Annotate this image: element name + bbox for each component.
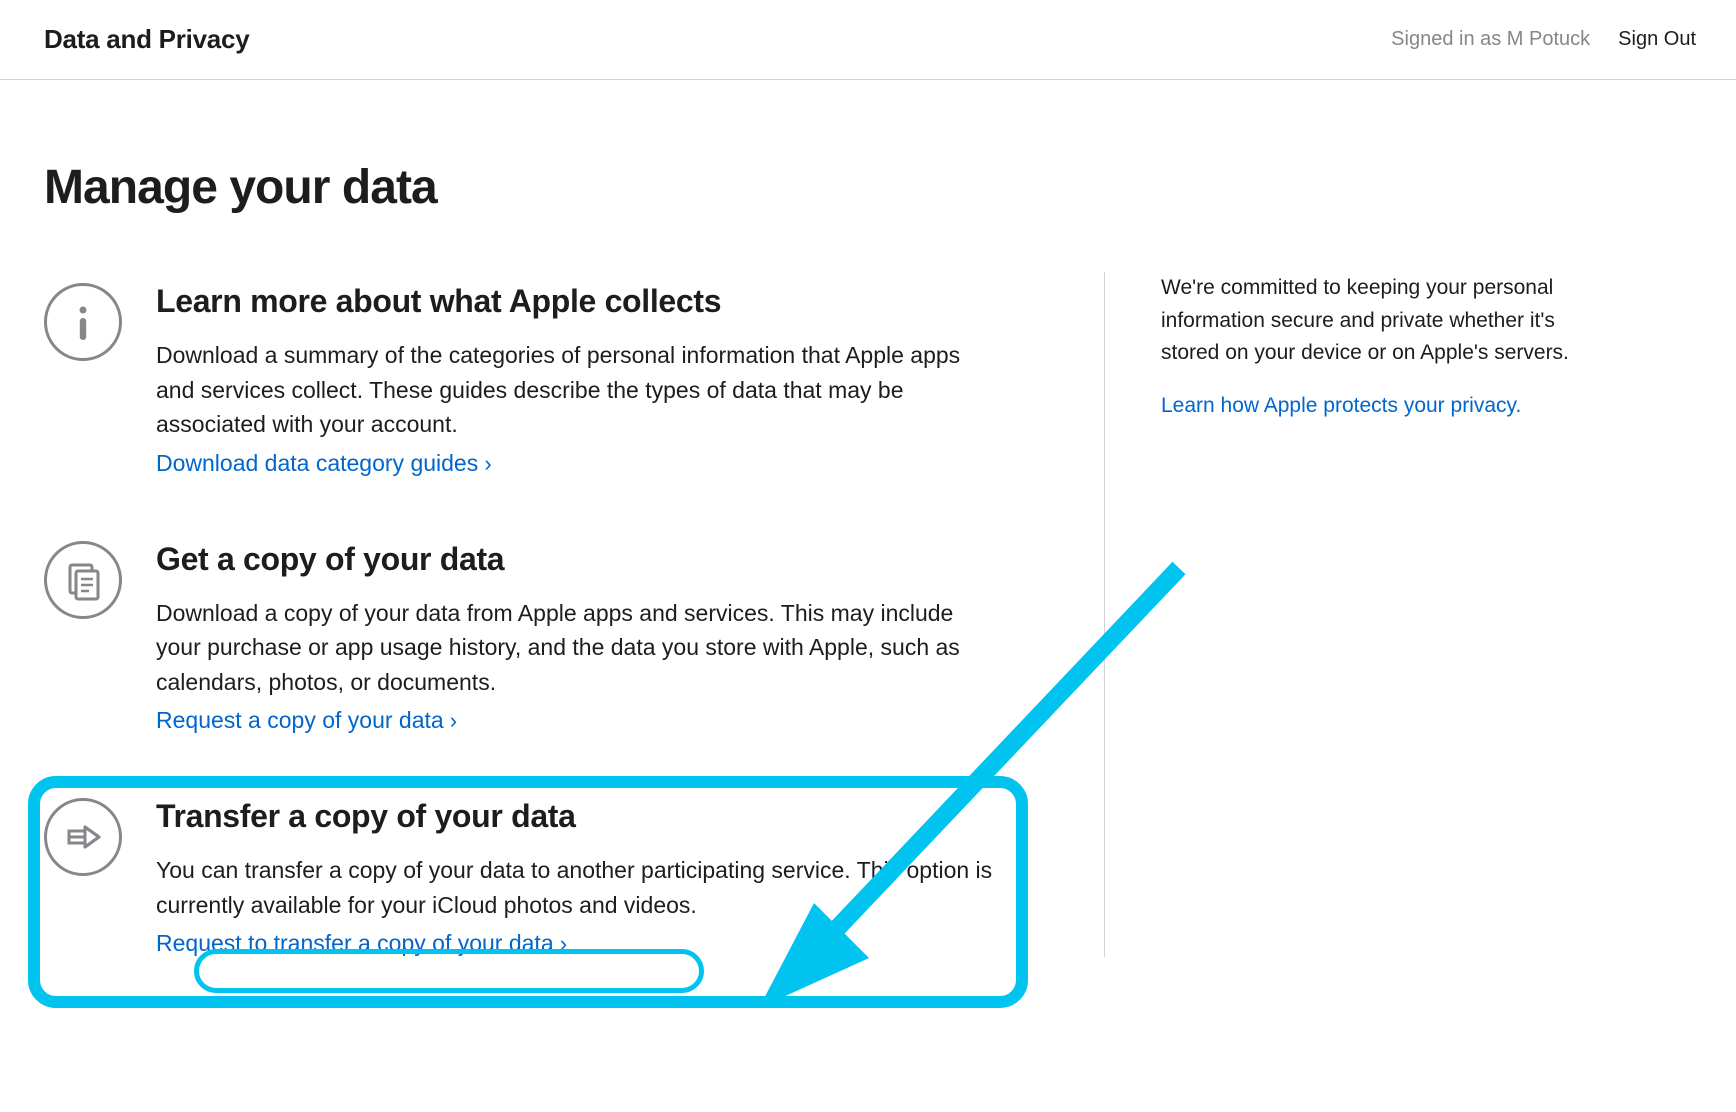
- page-heading: Manage your data: [44, 160, 1104, 215]
- signed-in-label: Signed in as M Potuck: [1391, 28, 1590, 51]
- section-body: Learn more about what Apple collects Dow…: [156, 283, 996, 477]
- topbar: Data and Privacy Signed in as M Potuck S…: [0, 0, 1736, 80]
- sidebar-text: We're committed to keeping your personal…: [1161, 272, 1584, 370]
- download-guides-link[interactable]: Download data category guides: [156, 450, 492, 477]
- topbar-title: Data and Privacy: [44, 24, 249, 55]
- content: Manage your data Learn more about what A…: [0, 80, 1736, 997]
- privacy-learn-link[interactable]: Learn how Apple protects your privacy.: [1161, 394, 1521, 417]
- section-body: Transfer a copy of your data You can tra…: [156, 798, 996, 957]
- section-title: Get a copy of your data: [156, 541, 996, 578]
- info-icon: [44, 283, 122, 361]
- request-copy-link[interactable]: Request a copy of your data: [156, 707, 457, 734]
- transfer-arrow-icon: [44, 798, 122, 876]
- section-body: Get a copy of your data Download a copy …: [156, 541, 996, 735]
- documents-icon: [44, 541, 122, 619]
- main-column: Manage your data Learn more about what A…: [44, 160, 1104, 957]
- section-learn-more: Learn more about what Apple collects Dow…: [44, 283, 1104, 477]
- section-get-copy: Get a copy of your data Download a copy …: [44, 541, 1104, 735]
- section-transfer: Transfer a copy of your data You can tra…: [44, 798, 1104, 957]
- request-transfer-link[interactable]: Request to transfer a copy of your data: [156, 930, 567, 957]
- section-desc: You can transfer a copy of your data to …: [156, 853, 996, 922]
- sidebar-column: We're committed to keeping your personal…: [1104, 272, 1584, 957]
- section-title: Learn more about what Apple collects: [156, 283, 996, 320]
- section-title: Transfer a copy of your data: [156, 798, 996, 835]
- topbar-right: Signed in as M Potuck Sign Out: [1391, 28, 1696, 51]
- sign-out-link[interactable]: Sign Out: [1618, 28, 1696, 51]
- section-desc: Download a summary of the categories of …: [156, 338, 996, 442]
- section-desc: Download a copy of your data from Apple …: [156, 596, 996, 700]
